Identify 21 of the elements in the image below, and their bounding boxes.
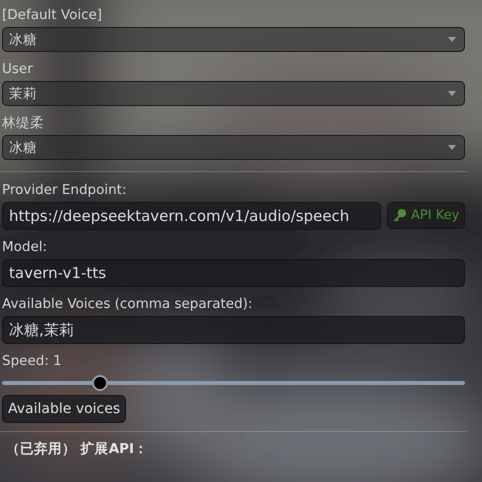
- field-label: Speed: 1: [2, 352, 63, 371]
- api-key-button[interactable]: API Key: [387, 202, 465, 229]
- voice-dropdown[interactable]: 冰糖: [2, 27, 465, 52]
- voice-dropdown[interactable]: 茉莉: [2, 81, 465, 106]
- speed-slider[interactable]: [2, 373, 465, 393]
- caret-icon: [448, 37, 456, 42]
- caret-icon: [448, 91, 456, 96]
- field-label: Model:: [2, 238, 48, 257]
- endpoint-field[interactable]: https://deepseektavern.com/v1/audio/speech: [2, 202, 381, 230]
- key-icon: [392, 208, 407, 223]
- model-field[interactable]: tavern-v1-tts: [2, 259, 465, 287]
- caret-icon: [448, 145, 456, 150]
- field-label: Available Voices (comma separated):: [2, 295, 254, 314]
- available-voices-button[interactable]: Available voices: [2, 395, 126, 423]
- voice-dropdown[interactable]: 冰糖: [2, 135, 465, 160]
- voices-field[interactable]: 冰糖,茉莉: [2, 316, 465, 344]
- field-label: User: [2, 60, 34, 79]
- field-label: [Default Voice]: [2, 6, 104, 25]
- field-label: 林缇柔: [2, 114, 45, 133]
- section-heading: （已弃用） 扩展API：: [5, 440, 150, 458]
- field-label: Provider Endpoint:: [2, 181, 128, 200]
